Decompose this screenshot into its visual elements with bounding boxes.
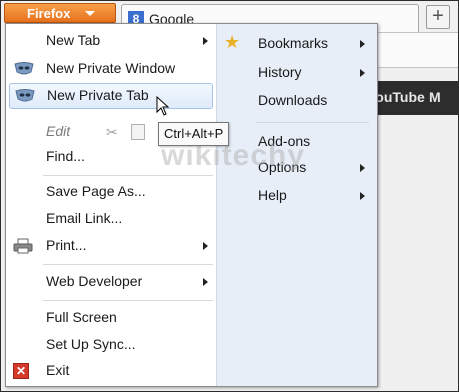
- menu-item-label: Set Up Sync...: [46, 336, 136, 352]
- menu-left-pane: New Tab New Private Window New Private T…: [6, 24, 216, 386]
- shortcut-tooltip: Ctrl+Alt+P: [158, 122, 230, 146]
- mouse-cursor-icon: [156, 95, 170, 116]
- firefox-app-menu: New Tab New Private Window New Private T…: [5, 23, 378, 387]
- menu-item-label: Find...: [46, 148, 85, 164]
- menu-separator: [256, 122, 369, 123]
- menu-item-help[interactable]: Help: [216, 182, 377, 208]
- private-mask-icon: [13, 61, 34, 77]
- menu-item-label: Exit: [46, 362, 70, 378]
- menu-item-web-developer[interactable]: Web Developer: [6, 269, 216, 295]
- menu-item-email-link[interactable]: Email Link...: [6, 206, 216, 232]
- star-icon: ★: [224, 32, 241, 52]
- submenu-arrow-icon: [203, 242, 208, 250]
- menu-item-label: Edit: [46, 123, 71, 139]
- menu-item-label: Save Page As...: [46, 183, 146, 199]
- menu-item-label: History: [258, 64, 302, 80]
- dropdown-arrow-icon: [85, 11, 95, 16]
- exit-icon: ✕: [13, 363, 33, 379]
- firefox-menu-label: Firefox: [27, 6, 71, 21]
- submenu-arrow-icon: [360, 69, 365, 77]
- submenu-arrow-icon: [203, 37, 208, 45]
- new-tab-button[interactable]: +: [426, 5, 450, 29]
- menu-item-label: Web Developer: [46, 273, 143, 289]
- menu-item-save-page-as[interactable]: Save Page As...: [6, 179, 216, 205]
- menu-item-full-screen[interactable]: Full Screen: [6, 305, 216, 331]
- menu-item-downloads[interactable]: Downloads: [216, 87, 377, 113]
- menu-item-new-tab[interactable]: New Tab: [6, 28, 216, 54]
- menu-item-new-private-tab[interactable]: New Private Tab: [9, 83, 213, 109]
- submenu-arrow-icon: [360, 40, 365, 48]
- private-mask-icon: [14, 88, 35, 104]
- menu-separator: [43, 264, 213, 265]
- menu-item-label: Email Link...: [46, 210, 123, 226]
- menu-item-set-up-sync[interactable]: Set Up Sync...: [6, 332, 216, 358]
- menu-item-label: Full Screen: [46, 309, 117, 325]
- menu-item-label: New Private Tab: [47, 87, 149, 103]
- menu-item-label: Help: [258, 187, 287, 203]
- menu-item-label: Downloads: [258, 92, 328, 108]
- menu-item-exit[interactable]: ✕ Exit: [6, 358, 216, 384]
- menu-item-label: Print...: [46, 237, 87, 253]
- menu-item-label: New Private Window: [46, 60, 176, 76]
- submenu-arrow-icon: [360, 164, 365, 172]
- menu-item-bookmarks[interactable]: ★ Bookmarks: [216, 30, 377, 56]
- menu-separator: [43, 175, 213, 176]
- menu-item-label: New Tab: [46, 32, 101, 48]
- menu-item-print[interactable]: Print...: [6, 233, 216, 259]
- menu-item-label: Bookmarks: [258, 35, 329, 51]
- submenu-arrow-icon: [360, 192, 365, 200]
- menu-separator: [43, 300, 213, 301]
- menu-item-new-private-window[interactable]: New Private Window: [6, 56, 216, 82]
- printer-icon: [13, 238, 33, 254]
- menu-item-history[interactable]: History: [216, 59, 377, 85]
- firefox-menu-button[interactable]: Firefox: [4, 3, 116, 23]
- submenu-arrow-icon: [203, 278, 208, 286]
- screenshot-frame: Firefox 8 Google + YouTube M New Tab New…: [0, 0, 459, 392]
- scissors-icon: ✂: [106, 124, 118, 140]
- more-link[interactable]: M: [429, 89, 441, 105]
- copy-icon: [131, 124, 145, 140]
